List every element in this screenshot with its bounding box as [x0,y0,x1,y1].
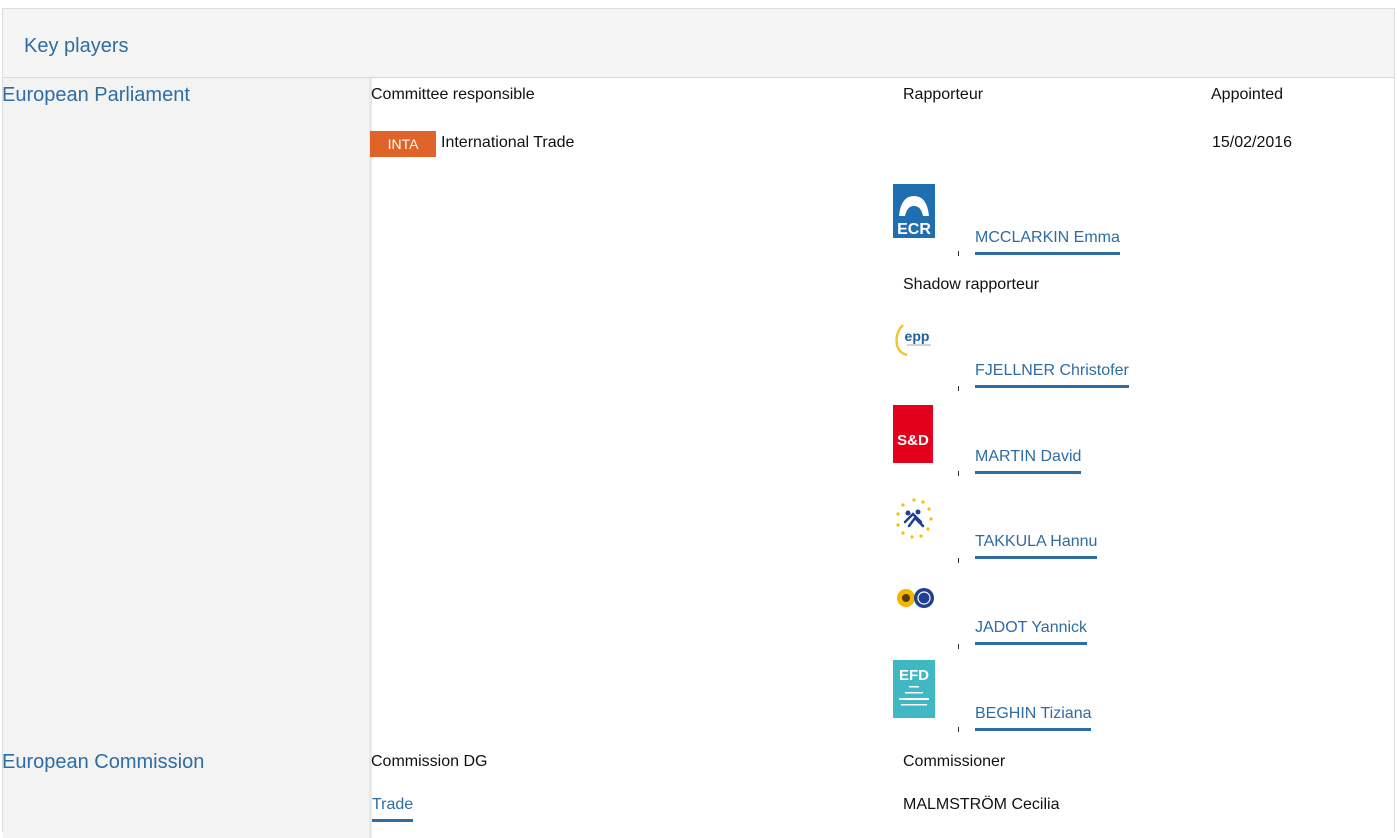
svg-text:S&D: S&D [897,432,929,449]
panel-title: Key players [24,35,129,57]
tick-mark [958,558,959,563]
panel-header: Key players [3,9,1394,78]
key-players-panel: Key players [2,8,1395,838]
rapporteur-header: Rapporteur [903,86,984,103]
ecr-logo-icon: ECR [893,184,935,238]
committee-tag: INTA [370,131,436,157]
committee-responsible-header: Committee responsible [371,86,535,103]
alde-stars-icon [893,492,935,550]
tick-mark [958,471,959,476]
svg-text:ECR: ECR [897,221,931,238]
institution-column [3,78,369,838]
rapporteur-link[interactable]: MCCLARKIN Emma [975,229,1120,255]
shadow-rapporteur-link[interactable]: TAKKULA Hannu [975,533,1098,559]
shadow-rapporteur-link[interactable]: JADOT Yannick [975,619,1088,645]
shadow-rapporteur-label: Shadow rapporteur [903,276,1040,293]
column-divider [369,78,372,838]
commissioner-header: Commissioner [903,753,1006,770]
tick-mark [958,644,959,649]
tick-mark [958,251,959,256]
tick-mark [958,386,959,391]
appointed-date: 15/02/2016 [1212,134,1293,151]
tick-mark [958,727,959,732]
svg-text:EFD: EFD [899,667,929,684]
commission-dg-link[interactable]: Trade [372,796,414,822]
shadow-rapporteur-link[interactable]: MARTIN David [975,448,1082,474]
epp-logo-icon: epp [893,319,935,361]
svg-text:epp: epp [905,328,930,344]
commission-dg-header: Commission DG [371,753,488,770]
institution-european-commission: European Commission [2,751,205,773]
commissioner-name: MALMSTRÖM Cecilia [903,796,1060,813]
shadow-rapporteur-link[interactable]: BEGHIN Tiziana [975,705,1092,731]
institution-european-parliament: European Parliament [2,84,190,106]
committee-name: International Trade [441,134,575,151]
shadow-rapporteur-link[interactable]: FJELLNER Christofer [975,362,1129,388]
appointed-header: Appointed [1211,86,1284,103]
greens-efa-icon [893,584,937,624]
efd-logo-icon: EFD [893,660,935,718]
sd-logo-icon: S&D [893,405,933,463]
